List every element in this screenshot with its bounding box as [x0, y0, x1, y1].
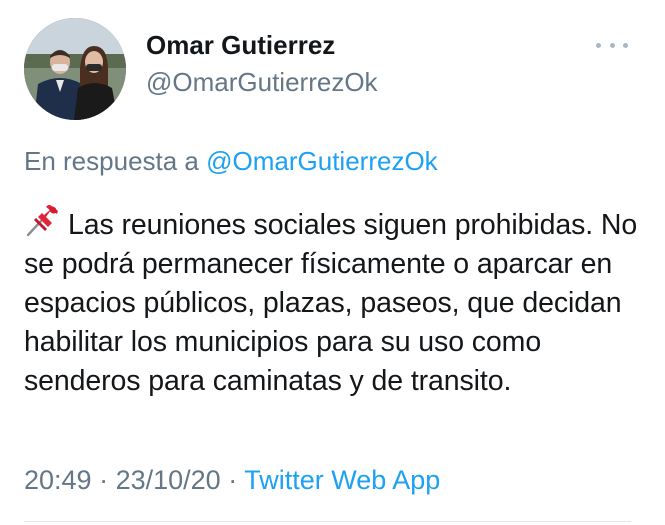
meta-separator: · [220, 465, 245, 495]
reply-to-handle-link[interactable]: @OmarGutierrezOk [206, 146, 438, 176]
tweet-card: Omar Gutierrez @OmarGutierrezOk En respu… [0, 0, 665, 525]
pushpin-icon [26, 205, 58, 237]
more-horizontal-icon [609, 42, 615, 48]
divider [24, 521, 631, 522]
more-horizontal-icon [623, 42, 628, 48]
more-options-button[interactable] [592, 34, 632, 56]
tweet-time[interactable]: 20:49 [24, 465, 92, 495]
reply-context: En respuesta a @OmarGutierrezOk [24, 146, 438, 177]
avatar-photo [24, 18, 126, 120]
tweet-meta: 20:49 · 23/10/20 · Twitter Web App [24, 465, 440, 496]
meta-separator: · [91, 465, 116, 495]
tweet-body: Las reuniones sociales siguen prohibidas… [24, 209, 638, 397]
author-handle[interactable]: @OmarGutierrezOk [146, 67, 378, 98]
tweet-source-link[interactable]: Twitter Web App [244, 465, 440, 495]
avatar[interactable] [24, 18, 126, 120]
tweet-date[interactable]: 23/10/20 [116, 465, 221, 495]
reply-prefix: En respuesta a [24, 146, 207, 176]
author-name[interactable]: Omar Gutierrez [146, 30, 335, 61]
more-horizontal-icon [596, 42, 601, 48]
tweet-text: Las reuniones sociales siguen prohibidas… [24, 205, 644, 401]
